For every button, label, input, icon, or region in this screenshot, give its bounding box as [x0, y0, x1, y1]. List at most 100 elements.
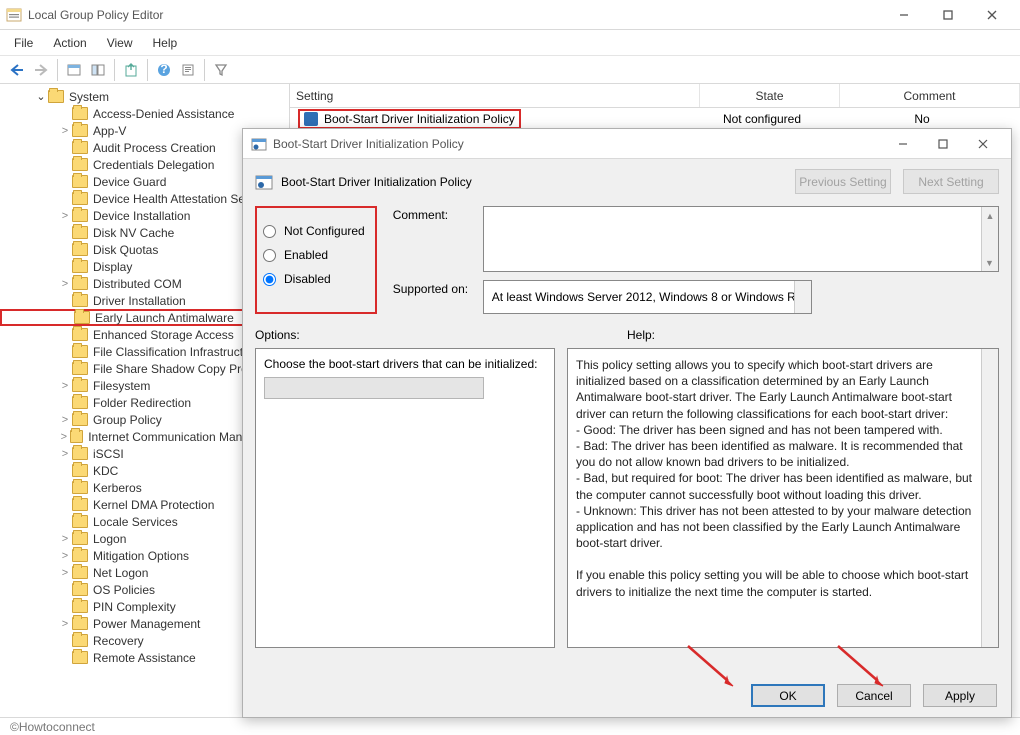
folder-icon [72, 294, 88, 307]
folder-icon [72, 107, 88, 120]
minimize-button[interactable] [882, 1, 926, 29]
close-button[interactable] [970, 1, 1014, 29]
folder-icon [72, 158, 88, 171]
tree-root-system[interactable]: ⌄ System [0, 88, 289, 105]
tree-item-label: Credentials Delegation [93, 158, 214, 172]
help-text: This policy setting allows you to specif… [576, 357, 990, 600]
tree-item-label: Access-Denied Assistance [93, 107, 234, 121]
forward-button[interactable] [30, 59, 52, 81]
comment-label: Comment: [393, 206, 483, 272]
dialog-title: Boot-Start Driver Initialization Policy [273, 137, 883, 151]
tree-item-label: PIN Complexity [93, 600, 176, 614]
col-state[interactable]: State [700, 84, 840, 107]
tool-filter[interactable] [210, 59, 232, 81]
menu-help[interactable]: Help [143, 33, 188, 53]
ok-button[interactable]: OK [751, 684, 825, 707]
folder-icon [72, 481, 88, 494]
annotation-arrow-ok [683, 641, 743, 691]
folder-icon [72, 498, 88, 511]
tree-item-label: File Classification Infrastructure [93, 345, 260, 359]
folder-icon [72, 124, 88, 137]
options-label: Options: [255, 328, 627, 342]
tree-item-label: Display [93, 260, 132, 274]
folder-icon [72, 464, 88, 477]
previous-setting-button[interactable]: Previous Setting [795, 169, 891, 194]
list-header: Setting State Comment [290, 84, 1020, 108]
tree-item-label: Kerberos [93, 481, 142, 495]
folder-icon [72, 328, 88, 341]
folder-icon [72, 260, 88, 273]
tool-properties[interactable] [177, 59, 199, 81]
supported-on-text: At least Windows Server 2012, Windows 8 … [492, 290, 803, 304]
folder-icon [72, 413, 88, 426]
tree-item[interactable]: Access-Denied Assistance [0, 105, 289, 122]
menu-action[interactable]: Action [43, 33, 96, 53]
folder-icon [48, 90, 64, 103]
dialog-heading: Boot-Start Driver Initialization Policy [281, 175, 472, 189]
toolbar: ? [0, 56, 1020, 84]
dialog-minimize[interactable] [883, 131, 923, 157]
help-label: Help: [627, 328, 999, 342]
dialog-maximize[interactable] [923, 131, 963, 157]
scrollbar[interactable] [794, 281, 811, 313]
menu-view[interactable]: View [97, 33, 143, 53]
folder-icon [72, 141, 88, 154]
dialog-titlebar: Boot-Start Driver Initialization Policy [243, 129, 1011, 159]
comment-textbox[interactable]: ▲▼ [483, 206, 999, 272]
supported-label: Supported on: [393, 280, 483, 314]
setting-highlight: Boot-Start Driver Initialization Policy [298, 109, 521, 129]
next-setting-button[interactable]: Next Setting [903, 169, 999, 194]
tree-item-label: KDC [93, 464, 118, 478]
maximize-button[interactable] [926, 1, 970, 29]
options-panel: Choose the boot-start drivers that can b… [255, 348, 555, 648]
statusbar: ©Howtoconnect [0, 717, 1020, 735]
setting-name: Boot-Start Driver Initialization Policy [324, 112, 515, 126]
apply-button[interactable]: Apply [923, 684, 997, 707]
tree-item-label: Audit Process Creation [93, 141, 216, 155]
folder-icon [72, 226, 88, 239]
tree-item-label: Mitigation Options [93, 549, 189, 563]
watermark: ©Howtoconnect [10, 720, 95, 734]
options-dropdown[interactable] [264, 377, 484, 399]
menu-file[interactable]: File [4, 33, 43, 53]
scrollbar[interactable]: ▲▼ [981, 207, 998, 271]
tree-item-label: OS Policies [93, 583, 155, 597]
folder-icon [72, 532, 88, 545]
dialog-close[interactable] [963, 131, 1003, 157]
tool-2[interactable] [87, 59, 109, 81]
folder-icon [72, 583, 88, 596]
tree-item-label: iSCSI [93, 447, 124, 461]
tree-item-label: Enhanced Storage Access [93, 328, 234, 342]
policy-icon [304, 112, 318, 126]
folder-icon [72, 192, 88, 205]
tree-item-label: Early Launch Antimalware [95, 311, 234, 325]
back-button[interactable] [6, 59, 28, 81]
folder-icon [72, 447, 88, 460]
col-comment[interactable]: Comment [840, 84, 1020, 107]
tool-1[interactable] [63, 59, 85, 81]
folder-icon [70, 430, 84, 443]
col-setting[interactable]: Setting [290, 84, 700, 107]
tree-item-label: Disk Quotas [93, 243, 158, 257]
folder-icon [72, 634, 88, 647]
scrollbar[interactable] [981, 349, 998, 647]
radio-disabled[interactable]: Disabled [263, 272, 365, 286]
help-panel: This policy setting allows you to specif… [567, 348, 999, 648]
tree-item-label: Filesystem [93, 379, 150, 393]
tree-item-label: Net Logon [93, 566, 148, 580]
tree-item-label: Folder Redirection [93, 396, 191, 410]
tool-help[interactable]: ? [153, 59, 175, 81]
list-row[interactable]: Boot-Start Driver Initialization Policy … [290, 108, 1020, 130]
tree-item-label: Power Management [93, 617, 200, 631]
tree-item-label: Recovery [93, 634, 144, 648]
svg-text:?: ? [160, 63, 167, 76]
folder-icon [72, 566, 88, 579]
radio-not-configured[interactable]: Not Configured [263, 224, 365, 238]
annotation-arrow-apply [833, 641, 893, 691]
dialog: Boot-Start Driver Initialization Policy … [242, 128, 1012, 718]
tool-export[interactable] [120, 59, 142, 81]
tree-root-label: System [69, 90, 109, 104]
setting-comment: No [832, 112, 1012, 126]
folder-icon [72, 651, 88, 664]
radio-enabled[interactable]: Enabled [263, 248, 365, 262]
